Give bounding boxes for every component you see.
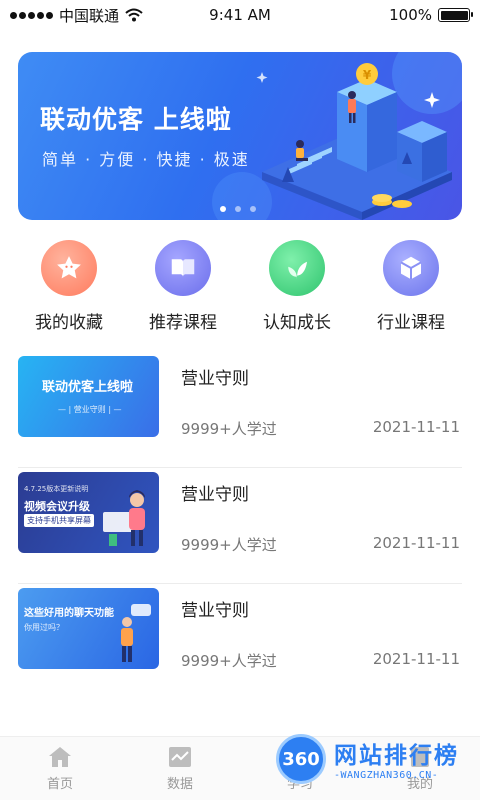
course-item[interactable]: 联动优客上线啦 — | 营业守则 | — 营业守则 9999+人学过 2021-… [18,352,462,468]
thumb-headline: 联动优客上线啦 [42,380,134,395]
cube-icon [383,240,439,296]
thumb-caption: 4.7.25版本更新说明 [24,485,89,493]
carrier-label: 中国联通 [59,6,120,25]
tab-label: 首页 [46,777,73,792]
watermark-text: 网站排行榜 [334,743,459,769]
learner-count: 9999+人学过 [181,536,277,554]
course-thumbnail: 联动优客上线啦 — | 营业守则 | — [18,356,159,437]
nav-cognitive-growth[interactable]: 认知成长 [242,240,352,333]
person-illustration [121,604,151,662]
battery-icon [438,8,473,22]
book-icon [155,240,211,296]
tab-label: 数据 [166,777,193,792]
course-date: 2021-11-11 [372,418,460,436]
carousel-dot-active[interactable] [220,206,226,212]
watermark: 360 网站排行榜 -WANGZHAN360.CN- [276,734,480,790]
person-illustration [103,490,145,546]
course-item[interactable]: 4.7.25版本更新说明 视频会议升级 支持手机共享屏幕 营业守则 9999+人… [18,468,462,584]
course-thumbnail: 4.7.25版本更新说明 视频会议升级 支持手机共享屏幕 [18,472,159,553]
signal-icon [10,11,53,19]
tab-home[interactable]: 首页 [0,737,120,800]
nav-label: 推荐课程 [149,313,217,333]
carousel-dot[interactable] [250,206,256,212]
course-date: 2021-11-11 [372,534,460,552]
course-title: 营业守则 [181,369,249,389]
carousel-dots[interactable] [220,206,256,212]
learner-count: 9999+人学过 [181,652,277,670]
nav-industry-courses[interactable]: 行业课程 [356,240,466,333]
nav-recommended-courses[interactable]: 推荐课程 [128,240,238,333]
quick-nav: 我的收藏 推荐课程 认知成长 行业课程 [0,240,480,333]
course-list: 联动优客上线啦 — | 营业守则 | — 营业守则 9999+人学过 2021-… [18,352,462,700]
battery-percent: 100% [389,6,432,24]
status-left: 中国联通 [10,5,143,26]
status-bar: 中国联通 9:41 AM 100% [0,0,480,30]
watermark-subtext: -WANGZHAN360.CN- [334,770,439,781]
thumb-caption: — | 营业守则 | — [58,405,122,414]
isometric-illustration: ¥ [212,52,462,220]
course-item[interactable]: 这些好用的聊天功能 你用过吗？ 营业守则 9999+人学过 2021-11-11 [18,584,462,700]
nav-my-favorites[interactable]: 我的收藏 [14,240,124,333]
status-right: 100% [389,6,473,24]
learner-count: 9999+人学过 [181,420,277,438]
thumb-headline: 这些好用的聊天功能 [24,608,114,619]
thumb-subline: 支持手机共享屏幕 [24,514,94,527]
thumb-caption: 你用过吗？ [24,623,64,632]
watermark-logo: 360 [276,734,326,784]
promo-banner[interactable]: ¥ 联动优客 上线啦 简单 · 方便 · 快捷 · 极速 [18,52,462,220]
star-icon [41,240,97,296]
wifi-icon [125,8,143,22]
svg-text:¥: ¥ [363,68,372,82]
course-title: 营业守则 [181,601,249,621]
tab-data[interactable]: 数据 [120,737,240,800]
home-icon [49,747,71,767]
course-date: 2021-11-11 [372,650,460,668]
course-title: 营业守则 [181,485,249,505]
chart-icon [169,747,191,767]
nav-label: 我的收藏 [35,313,103,333]
banner-title: 联动优客 上线啦 [40,105,232,134]
course-thumbnail: 这些好用的聊天功能 你用过吗？ [18,588,159,669]
leaf-icon [269,240,325,296]
thumb-headline: 视频会议升级 [24,500,90,513]
banner-subtitle: 简单 · 方便 · 快捷 · 极速 [42,150,250,169]
nav-label: 行业课程 [377,313,445,333]
nav-label: 认知成长 [263,313,331,333]
carousel-dot[interactable] [235,206,241,212]
